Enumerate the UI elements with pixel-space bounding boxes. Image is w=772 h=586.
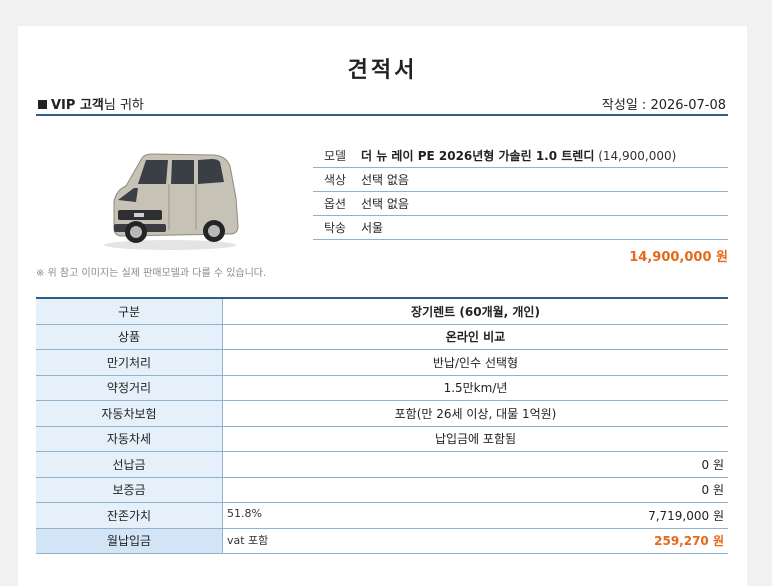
table-row: 월납입금 vat 포함 259,270 원 bbox=[36, 528, 728, 554]
quote-sheet: 견적서 VIP 고객님 귀하 작성일 : 2026-07-08 ※ 위 참고 이… bbox=[18, 26, 747, 586]
vehicle-total-price: 14,900,000 원 bbox=[629, 250, 728, 265]
row-value: 반납/인수 선택형 bbox=[222, 349, 728, 376]
image-disclaimer: ※ 위 참고 이미지는 실제 판매모델과 다를 수 있습니다. bbox=[36, 268, 267, 279]
car-icon bbox=[104, 153, 239, 250]
row-label: 만기처리 bbox=[36, 349, 223, 376]
row-value: 1.5만km/년 bbox=[222, 375, 728, 401]
row-value: vat 포함 259,270 원 bbox=[222, 528, 728, 554]
spec-row-delivery: 탁송 서울 bbox=[313, 215, 728, 240]
table-row: 약정거리 1.5만km/년 bbox=[36, 375, 728, 401]
recipient-suffix: 님 귀하 bbox=[103, 98, 144, 113]
row-label: 구분 bbox=[36, 298, 223, 325]
row-label: 월납입금 bbox=[36, 528, 223, 554]
row-value: 장기렌트 (60개월, 개인) bbox=[222, 298, 728, 325]
table-row: 구분 장기렌트 (60개월, 개인) bbox=[36, 298, 728, 325]
row-label: 자동차보험 bbox=[36, 400, 223, 427]
residual-amount: 7,719,000 원 bbox=[648, 508, 724, 523]
spec-label: 색상 bbox=[313, 167, 357, 192]
document-title: 견적서 bbox=[347, 58, 418, 83]
row-value: 포함(만 26세 이상, 대물 1억원) bbox=[222, 400, 728, 427]
model-price: (14,900,000) bbox=[598, 149, 677, 163]
row-label: 자동차세 bbox=[36, 426, 223, 452]
spec-label: 모델 bbox=[313, 144, 357, 168]
spec-value-model: 더 뉴 레이 PE 2026년형 가솔린 1.0 트렌디 (14,900,000… bbox=[357, 144, 728, 168]
table-row: 자동차보험 포함(만 26세 이상, 대물 1억원) bbox=[36, 400, 728, 427]
residual-rate: 51.8% bbox=[227, 506, 262, 520]
table-row: 보증금 0 원 bbox=[36, 477, 728, 503]
table-row: 선납금 0 원 bbox=[36, 451, 728, 478]
row-label: 약정거리 bbox=[36, 375, 223, 401]
vat-note: vat 포함 bbox=[227, 534, 269, 548]
spec-row-model: 모델 더 뉴 레이 PE 2026년형 가솔린 1.0 트렌디 (14,900,… bbox=[313, 144, 728, 168]
spec-label: 탁송 bbox=[313, 215, 357, 240]
issue-date: 작성일 : 2026-07-08 bbox=[601, 98, 726, 113]
row-value: 51.8% 7,719,000 원 bbox=[222, 502, 728, 529]
row-value: 0 원 bbox=[222, 451, 728, 478]
row-value: 0 원 bbox=[222, 477, 728, 503]
vehicle-spec-table: 모델 더 뉴 레이 PE 2026년형 가솔린 1.0 트렌디 (14,900,… bbox=[313, 144, 728, 240]
monthly-payment: 259,270 원 bbox=[654, 534, 724, 549]
model-name: 더 뉴 레이 PE 2026년형 가솔린 1.0 트렌디 bbox=[361, 149, 595, 163]
recipient-name: VIP 고객 bbox=[51, 98, 104, 113]
row-label: 잔존가치 bbox=[36, 502, 223, 529]
header-row: VIP 고객님 귀하 작성일 : 2026-07-08 bbox=[36, 94, 728, 116]
row-label: 선납금 bbox=[36, 451, 223, 478]
spec-value-color: 선택 없음 bbox=[357, 167, 728, 192]
recipient: VIP 고객님 귀하 bbox=[38, 94, 144, 113]
spec-value-option: 선택 없음 bbox=[357, 191, 728, 216]
spec-label: 옵션 bbox=[313, 191, 357, 216]
spec-row-color: 색상 선택 없음 bbox=[313, 167, 728, 192]
square-bullet-icon bbox=[38, 100, 47, 109]
spec-value-delivery: 서울 bbox=[357, 215, 728, 240]
table-row: 상품 온라인 비교 bbox=[36, 324, 728, 350]
table-row: 자동차세 납입금에 포함됨 bbox=[36, 426, 728, 452]
table-row: 만기처리 반납/인수 선택형 bbox=[36, 349, 728, 376]
quote-table: 구분 장기렌트 (60개월, 개인) 상품 온라인 비교 만기처리 반납/인수 … bbox=[36, 297, 728, 554]
row-value: 온라인 비교 bbox=[222, 324, 728, 350]
row-label: 보증금 bbox=[36, 477, 223, 503]
row-label: 상품 bbox=[36, 324, 223, 350]
spec-row-option: 옵션 선택 없음 bbox=[313, 191, 728, 216]
table-row: 잔존가치 51.8% 7,719,000 원 bbox=[36, 502, 728, 529]
row-value: 납입금에 포함됨 bbox=[222, 426, 728, 452]
